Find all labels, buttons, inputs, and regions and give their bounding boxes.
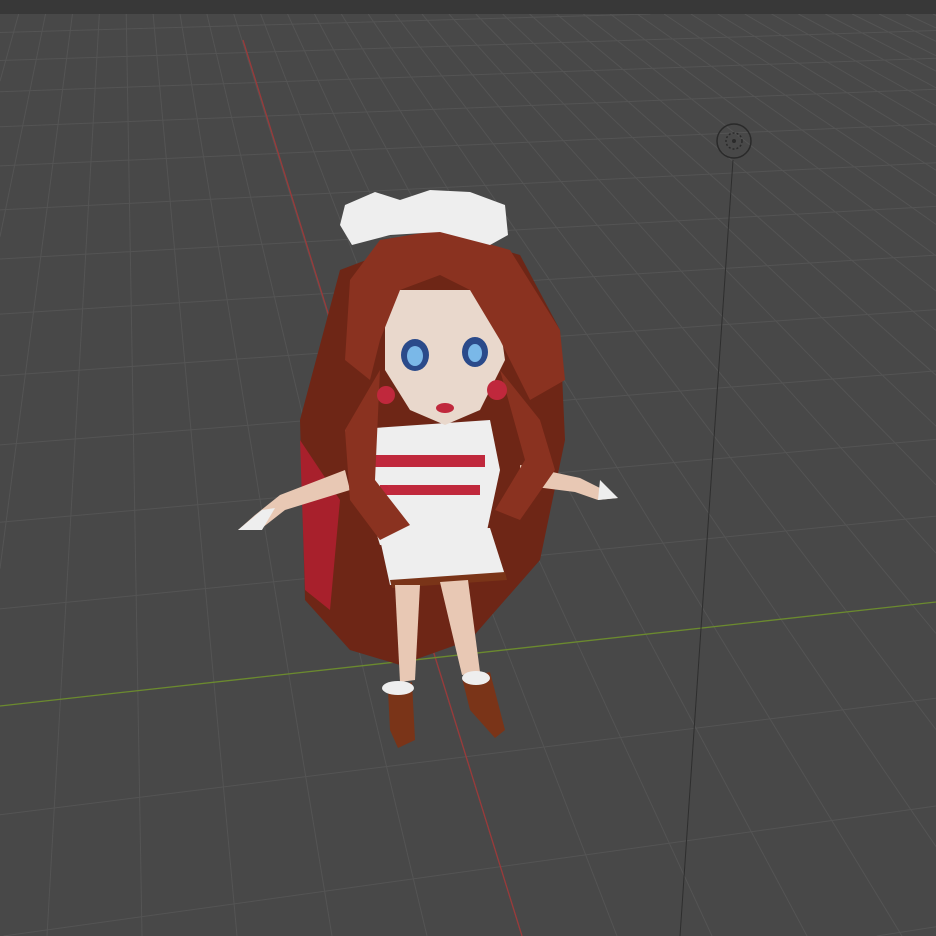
grid-line xyxy=(0,14,73,569)
grid-line xyxy=(0,88,936,128)
grid-line xyxy=(798,14,936,89)
grid-line xyxy=(876,926,936,936)
character-model[interactable] xyxy=(238,190,618,748)
leg-left xyxy=(395,585,420,682)
3d-viewport[interactable] xyxy=(0,14,936,936)
grid-line xyxy=(0,14,651,34)
grid-line xyxy=(663,14,936,197)
grid-line xyxy=(529,14,936,376)
grid-line xyxy=(825,14,936,72)
light-icon[interactable] xyxy=(716,123,752,159)
light-direction-line xyxy=(679,159,734,936)
grid-line xyxy=(878,14,936,42)
grid-line xyxy=(609,14,936,257)
grid-line xyxy=(905,14,936,29)
earring-left xyxy=(377,386,395,404)
grid-line xyxy=(152,14,238,936)
grid-line xyxy=(0,57,936,93)
grid-line xyxy=(0,697,936,816)
viewport-header xyxy=(0,0,936,14)
grid-line xyxy=(583,14,936,292)
grid-line xyxy=(0,14,20,82)
earring-right xyxy=(487,380,507,400)
